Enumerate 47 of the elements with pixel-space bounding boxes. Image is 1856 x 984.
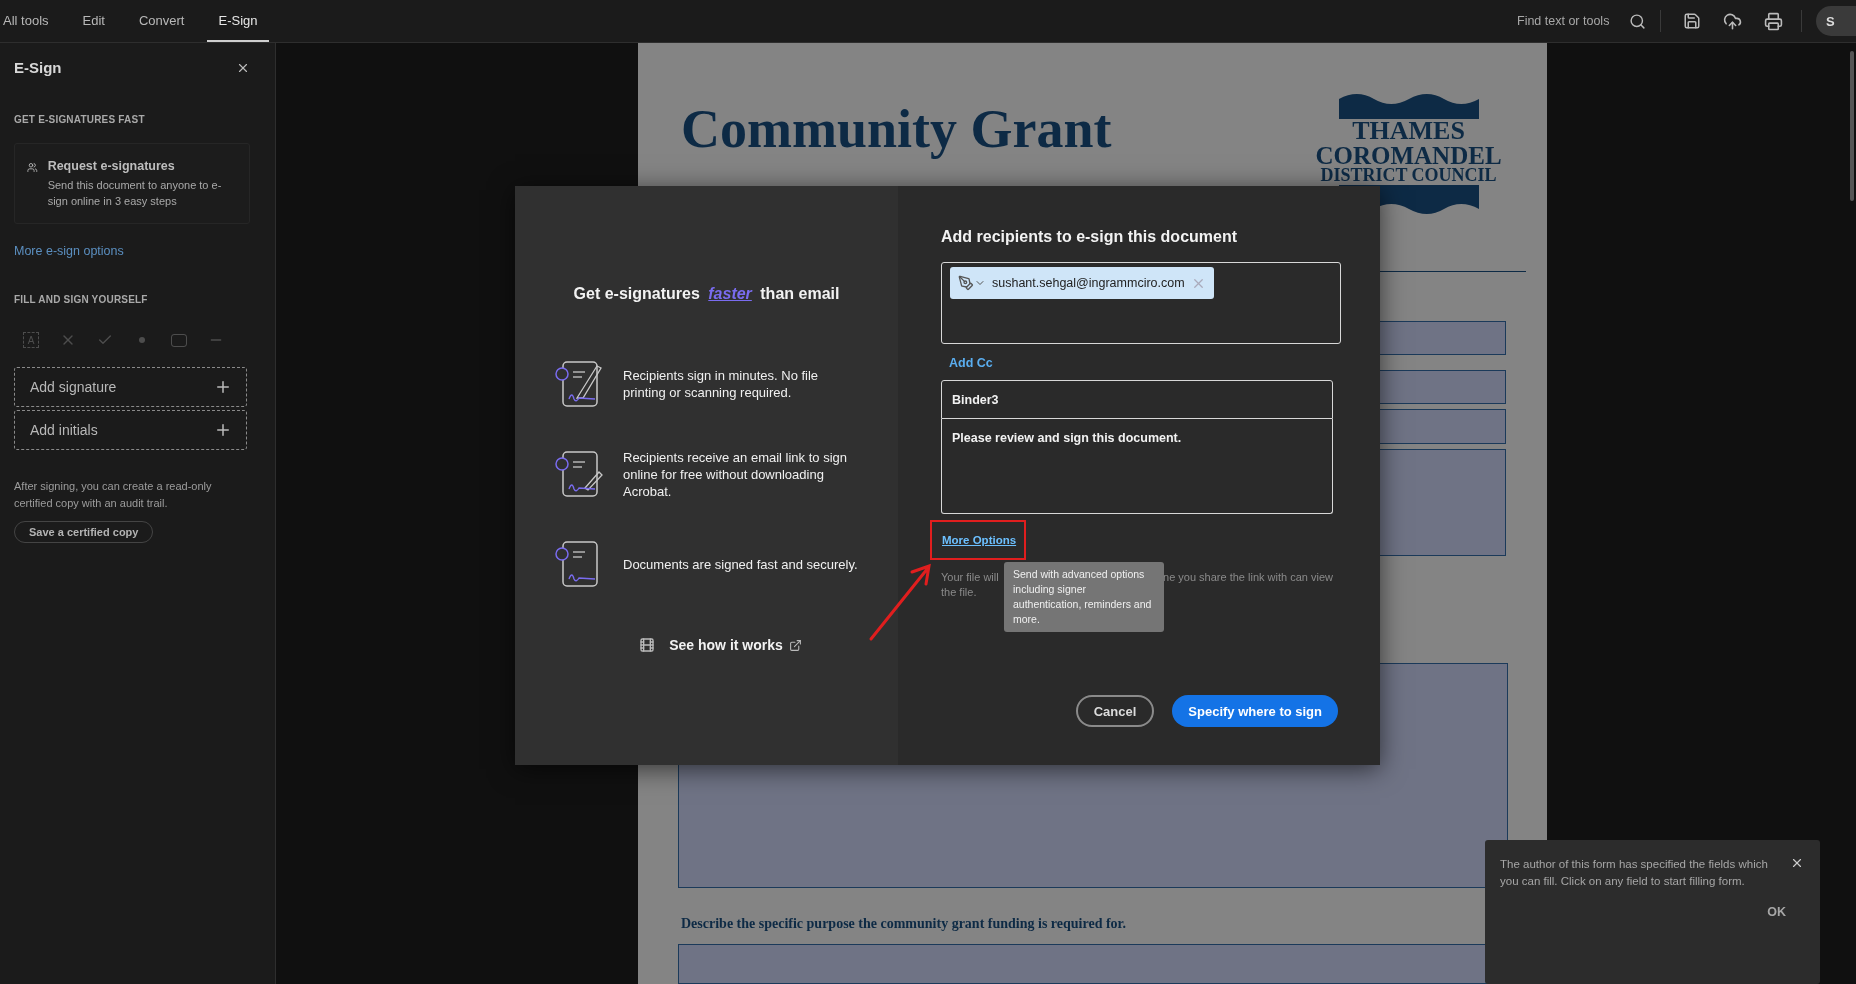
share-button[interactable]: S	[1816, 6, 1856, 36]
toolbar-tab[interactable]: Edit	[71, 0, 116, 42]
note-text: ne you share the link with can view	[1163, 570, 1333, 585]
ok-button[interactable]: OK	[1761, 904, 1792, 920]
close-icon[interactable]	[1790, 856, 1804, 870]
external-link-icon	[788, 638, 802, 652]
document-title: Community Grant	[681, 99, 1112, 161]
cancel-button[interactable]: Cancel	[1075, 695, 1155, 727]
more-options-link[interactable]: More Options	[942, 534, 1017, 546]
film-icon	[639, 637, 656, 653]
search-field[interactable]: Find text or tools	[1515, 13, 1621, 29]
card-title: Request e-signatures	[47, 159, 176, 173]
add-button[interactable]: Add signature	[14, 367, 247, 407]
logo-text: COROMANDEL	[1315, 143, 1502, 168]
panel-title: E-Sign	[14, 59, 62, 76]
note-text: the file.	[941, 585, 977, 600]
request-card[interactable]: Request e-signatures Send this document to anyone to e-sign online in 3 easy steps	[14, 143, 250, 224]
primary-button[interactable]: Specify where to sign	[1172, 695, 1338, 727]
message-field[interactable]: Please review and sign this document.	[941, 419, 1333, 514]
section-heading: FILL AND SIGN YOURSELF	[14, 294, 149, 305]
recipient-chip[interactable]: sushant.sehgal@ingrammciro.com	[950, 267, 1214, 299]
logo-text: DISTRICT COUNCIL	[1320, 167, 1497, 185]
question-text: Describe the specific purpose the community grant funding is required for.	[681, 916, 1127, 933]
more-options-link[interactable]: More e-sign options	[14, 244, 275, 258]
help-text: After signing, you can create a read-only certified copy with an audit trail.	[14, 479, 213, 511]
feature-text: Recipients sign in minutes. No file printing or scanning required.	[623, 367, 820, 401]
search-icon[interactable]	[1629, 12, 1646, 30]
tooltip: Send with advanced options including signer authentication, reminders and more.	[1004, 562, 1164, 632]
add-button[interactable]: Add initials	[14, 410, 247, 450]
card-text: Send this document to anyone to e-sign online in 3 easy steps	[47, 178, 223, 209]
plus-icon	[214, 421, 232, 439]
logo-text: THAMES	[1352, 119, 1465, 144]
notification-text: The author of this form has specified the fields which you can fill. Click on any field to start filling form.	[1500, 857, 1769, 889]
dialog-title: Add recipients to e-sign this document	[941, 228, 1239, 246]
pen-icon[interactable]	[958, 275, 986, 291]
section-heading: GET E-SIGNATURES FAST	[14, 114, 146, 125]
promo-heading: Get e-signatures faster than email	[573, 285, 840, 303]
feature-text: Documents are signed fast and securely.	[623, 555, 859, 573]
add-cc-link[interactable]: Add Cc	[949, 356, 1380, 370]
note-text: Your file will	[941, 570, 999, 585]
recipients-field[interactable]: sushant.sehgal@ingrammciro.com	[941, 262, 1341, 344]
toolbar-tab[interactable]: All tools	[3, 0, 60, 42]
subject-field[interactable]: Binder3	[941, 380, 1333, 419]
toolbar-tab[interactable]: Convert	[127, 0, 196, 42]
feature-text: Recipients receive an email link to sign online for free without downloading Acrobat.	[623, 448, 848, 500]
plus-icon	[214, 378, 232, 396]
video-link[interactable]: See how it works	[669, 637, 802, 653]
